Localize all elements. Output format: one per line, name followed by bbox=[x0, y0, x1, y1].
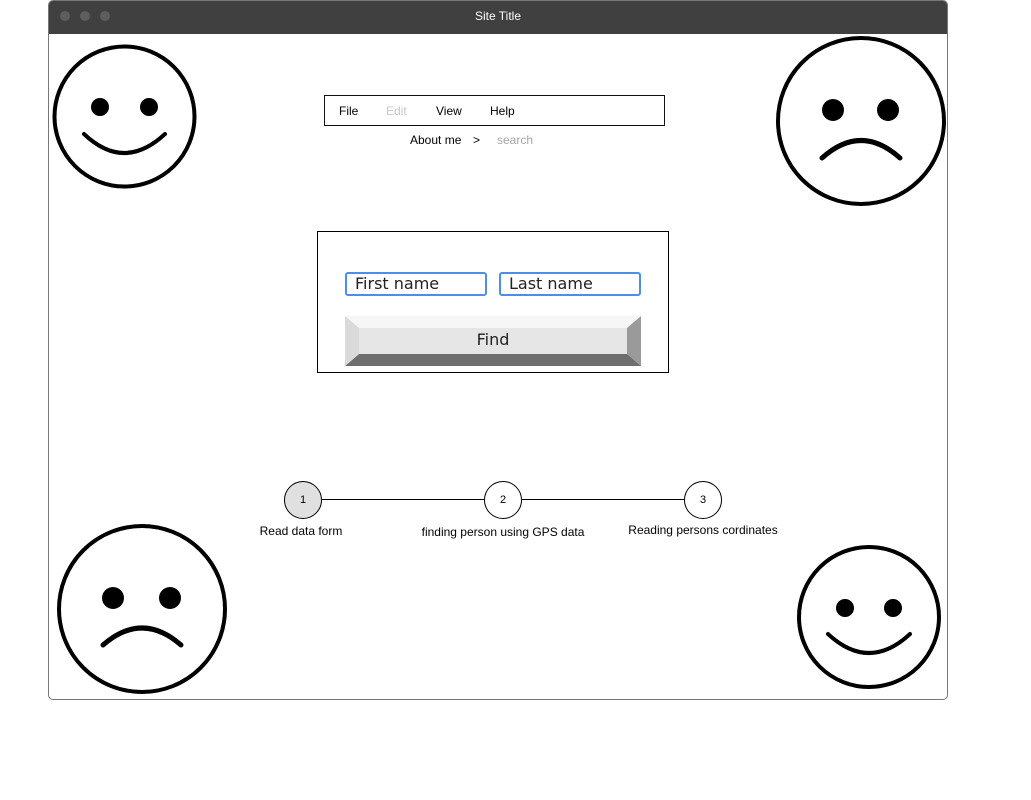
find-button[interactable]: Find bbox=[345, 316, 641, 366]
sad-face-icon bbox=[776, 36, 946, 206]
search-form: First name Last name Find bbox=[317, 231, 669, 373]
sad-face-icon bbox=[57, 524, 227, 694]
window-title: Site Title bbox=[474, 9, 522, 23]
happy-face-icon bbox=[797, 545, 941, 689]
step-1-label: Read data form bbox=[259, 524, 343, 538]
breadcrumb-about-me[interactable]: About me bbox=[410, 133, 461, 147]
breadcrumb-search: search bbox=[497, 133, 534, 147]
stepper-connector bbox=[522, 499, 684, 500]
menu-file[interactable]: File bbox=[339, 104, 358, 118]
find-button-label: Find bbox=[476, 330, 510, 349]
menu-help[interactable]: Help bbox=[490, 104, 515, 118]
stepper-connector bbox=[322, 499, 484, 500]
maximize-window-icon[interactable] bbox=[100, 11, 110, 21]
close-window-icon[interactable] bbox=[60, 11, 70, 21]
step-2-label: finding person using GPS data bbox=[421, 525, 585, 539]
happy-face-icon bbox=[52, 44, 197, 189]
step-3-indicator[interactable]: 3 bbox=[684, 481, 722, 519]
step-3-label: Reading persons cordinates bbox=[628, 523, 778, 537]
last-name-input[interactable]: Last name bbox=[499, 272, 641, 296]
menu-edit: Edit bbox=[386, 104, 407, 118]
step-2-indicator[interactable]: 2 bbox=[484, 481, 522, 519]
menu-bar: File Edit View Help bbox=[324, 95, 665, 126]
step-1-indicator[interactable]: 1 bbox=[284, 481, 322, 519]
breadcrumb-separator: > bbox=[473, 133, 481, 147]
menu-view[interactable]: View bbox=[436, 104, 462, 118]
first-name-input[interactable]: First name bbox=[345, 272, 487, 296]
title-bar: Site Title bbox=[49, 1, 947, 34]
app-window: Site Title File Edit View Help About me … bbox=[48, 0, 948, 700]
minimize-window-icon[interactable] bbox=[80, 11, 90, 21]
